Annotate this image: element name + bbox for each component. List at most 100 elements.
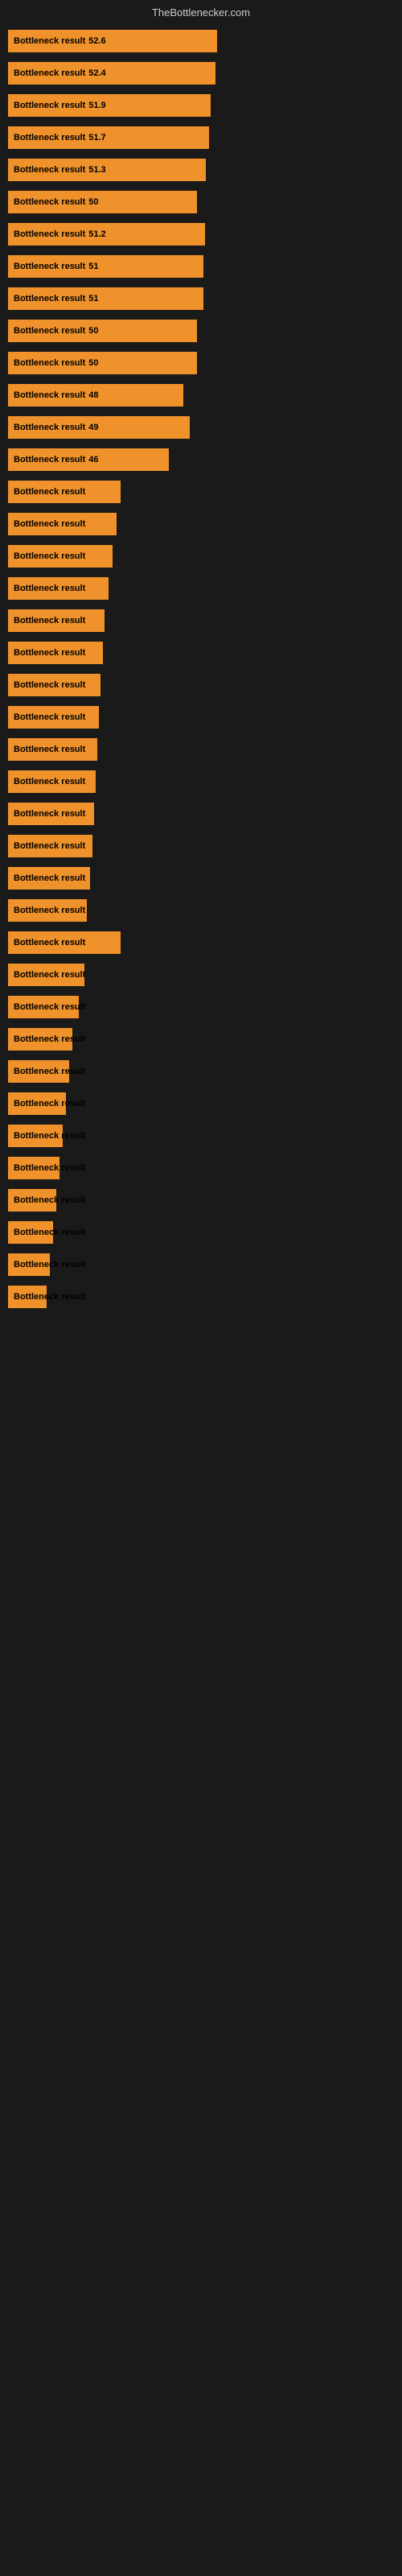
- bar-wrapper: Bottleneck result51.7: [8, 126, 209, 149]
- bar-label: Bottleneck result: [11, 1067, 85, 1076]
- bar-wrapper: Bottleneck result: [8, 706, 99, 729]
- bar-fill: Bottleneck result: [8, 545, 113, 568]
- bar-value: 49: [88, 423, 98, 432]
- bar-label: Bottleneck result: [11, 294, 85, 303]
- bar-wrapper: Bottleneck result: [8, 1157, 59, 1179]
- bar-row: Bottleneck result: [8, 993, 394, 1022]
- bar-label: Bottleneck result: [11, 1195, 85, 1205]
- bar-label: Bottleneck result: [11, 551, 85, 561]
- bar-wrapper: Bottleneck result: [8, 674, 100, 696]
- bar-wrapper: Bottleneck result: [8, 609, 105, 632]
- bar-label: Bottleneck result: [11, 616, 85, 625]
- bar-label: Bottleneck result: [11, 1099, 85, 1108]
- bar-row: Bottleneck result: [8, 1154, 394, 1183]
- bar-wrapper: Bottleneck result: [8, 738, 97, 761]
- bar-wrapper: Bottleneck result50: [8, 320, 197, 342]
- bar-value: 50: [88, 197, 98, 207]
- bar-label: Bottleneck result: [11, 1002, 85, 1012]
- bar-label: Bottleneck result: [11, 229, 85, 239]
- bar-row: Bottleneck result: [8, 542, 394, 571]
- bar-label: Bottleneck result: [11, 455, 85, 464]
- bar-fill: Bottleneck result51.3: [8, 159, 206, 181]
- bar-value: 52.6: [88, 36, 105, 46]
- bar-fill: Bottleneck result46: [8, 448, 169, 471]
- bar-label: Bottleneck result: [11, 326, 85, 336]
- bar-label: Bottleneck result: [11, 101, 85, 110]
- bar-value: 51.3: [88, 165, 105, 175]
- bar-label: Bottleneck result: [11, 712, 85, 722]
- bar-row: Bottleneck result: [8, 1025, 394, 1054]
- bar-row: Bottleneck result: [8, 606, 394, 635]
- bar-row: Bottleneck result51: [8, 252, 394, 281]
- bar-fill: Bottleneck result51.7: [8, 126, 209, 149]
- bar-row: Bottleneck result: [8, 960, 394, 989]
- bar-label: Bottleneck result: [11, 358, 85, 368]
- bar-row: Bottleneck result: [8, 896, 394, 925]
- bar-wrapper: Bottleneck result50: [8, 352, 197, 374]
- bar-row: Bottleneck result: [8, 928, 394, 957]
- bar-value: 50: [88, 358, 98, 368]
- bar-wrapper: Bottleneck result51: [8, 255, 203, 278]
- bar-label: Bottleneck result: [11, 68, 85, 78]
- bar-fill: Bottleneck result49: [8, 416, 190, 439]
- bar-wrapper: Bottleneck result: [8, 1286, 47, 1308]
- bar-row: Bottleneck result: [8, 1282, 394, 1311]
- bars-container: Bottleneck result52.6Bottleneck result52…: [0, 22, 402, 1319]
- bar-fill: Bottleneck result: [8, 931, 121, 954]
- bar-row: Bottleneck result: [8, 510, 394, 539]
- bar-fill: Bottleneck result: [8, 738, 97, 761]
- bar-fill: Bottleneck result: [8, 996, 79, 1018]
- bar-wrapper: Bottleneck result51.3: [8, 159, 206, 181]
- bar-fill: Bottleneck result: [8, 1221, 53, 1244]
- bar-fill: Bottleneck result: [8, 1253, 50, 1276]
- bar-wrapper: Bottleneck result: [8, 577, 109, 600]
- bar-row: Bottleneck result: [8, 638, 394, 667]
- bar-fill: Bottleneck result: [8, 513, 117, 535]
- bar-label: Bottleneck result: [11, 519, 85, 529]
- bar-wrapper: Bottleneck result: [8, 1125, 63, 1147]
- bar-row: Bottleneck result: [8, 1186, 394, 1215]
- bar-fill: Bottleneck result: [8, 899, 87, 922]
- bar-value: 52.4: [88, 68, 105, 78]
- bar-label: Bottleneck result: [11, 133, 85, 142]
- bar-row: Bottleneck result51.7: [8, 123, 394, 152]
- bar-wrapper: Bottleneck result52.6: [8, 30, 217, 52]
- bar-wrapper: Bottleneck result: [8, 1092, 66, 1115]
- bar-wrapper: Bottleneck result: [8, 931, 121, 954]
- bar-label: Bottleneck result: [11, 680, 85, 690]
- bar-row: Bottleneck result: [8, 1057, 394, 1086]
- bar-value: 51.7: [88, 133, 105, 142]
- bar-row: Bottleneck result: [8, 864, 394, 893]
- bar-label: Bottleneck result: [11, 648, 85, 658]
- bar-fill: Bottleneck result: [8, 1157, 59, 1179]
- bar-fill: Bottleneck result: [8, 642, 103, 664]
- bar-wrapper: Bottleneck result: [8, 545, 113, 568]
- bar-row: Bottleneck result51.3: [8, 155, 394, 184]
- bar-row: Bottleneck result: [8, 574, 394, 603]
- bar-fill: Bottleneck result: [8, 674, 100, 696]
- bar-row: Bottleneck result52.4: [8, 59, 394, 88]
- bar-label: Bottleneck result: [11, 970, 85, 980]
- bar-fill: Bottleneck result: [8, 803, 94, 825]
- bar-wrapper: Bottleneck result: [8, 513, 117, 535]
- bar-row: Bottleneck result51.2: [8, 220, 394, 249]
- bar-row: Bottleneck result: [8, 1089, 394, 1118]
- bar-label: Bottleneck result: [11, 390, 85, 400]
- bar-fill: Bottleneck result: [8, 1286, 47, 1308]
- bar-fill: Bottleneck result: [8, 609, 105, 632]
- bar-row: Bottleneck result50: [8, 349, 394, 378]
- bar-wrapper: Bottleneck result: [8, 964, 84, 986]
- bar-row: Bottleneck result: [8, 1218, 394, 1247]
- bar-wrapper: Bottleneck result52.4: [8, 62, 215, 85]
- bar-fill: Bottleneck result: [8, 577, 109, 600]
- bar-label: Bottleneck result: [11, 1260, 85, 1269]
- site-title: TheBottlenecker.com: [152, 6, 250, 19]
- bar-label: Bottleneck result: [11, 36, 85, 46]
- bar-wrapper: Bottleneck result: [8, 1028, 72, 1051]
- bar-label: Bottleneck result: [11, 197, 85, 207]
- bar-label: Bottleneck result: [11, 745, 85, 754]
- bar-fill: Bottleneck result48: [8, 384, 183, 407]
- bar-wrapper: Bottleneck result: [8, 803, 94, 825]
- bar-wrapper: Bottleneck result: [8, 1253, 50, 1276]
- bar-fill: Bottleneck result: [8, 1189, 56, 1212]
